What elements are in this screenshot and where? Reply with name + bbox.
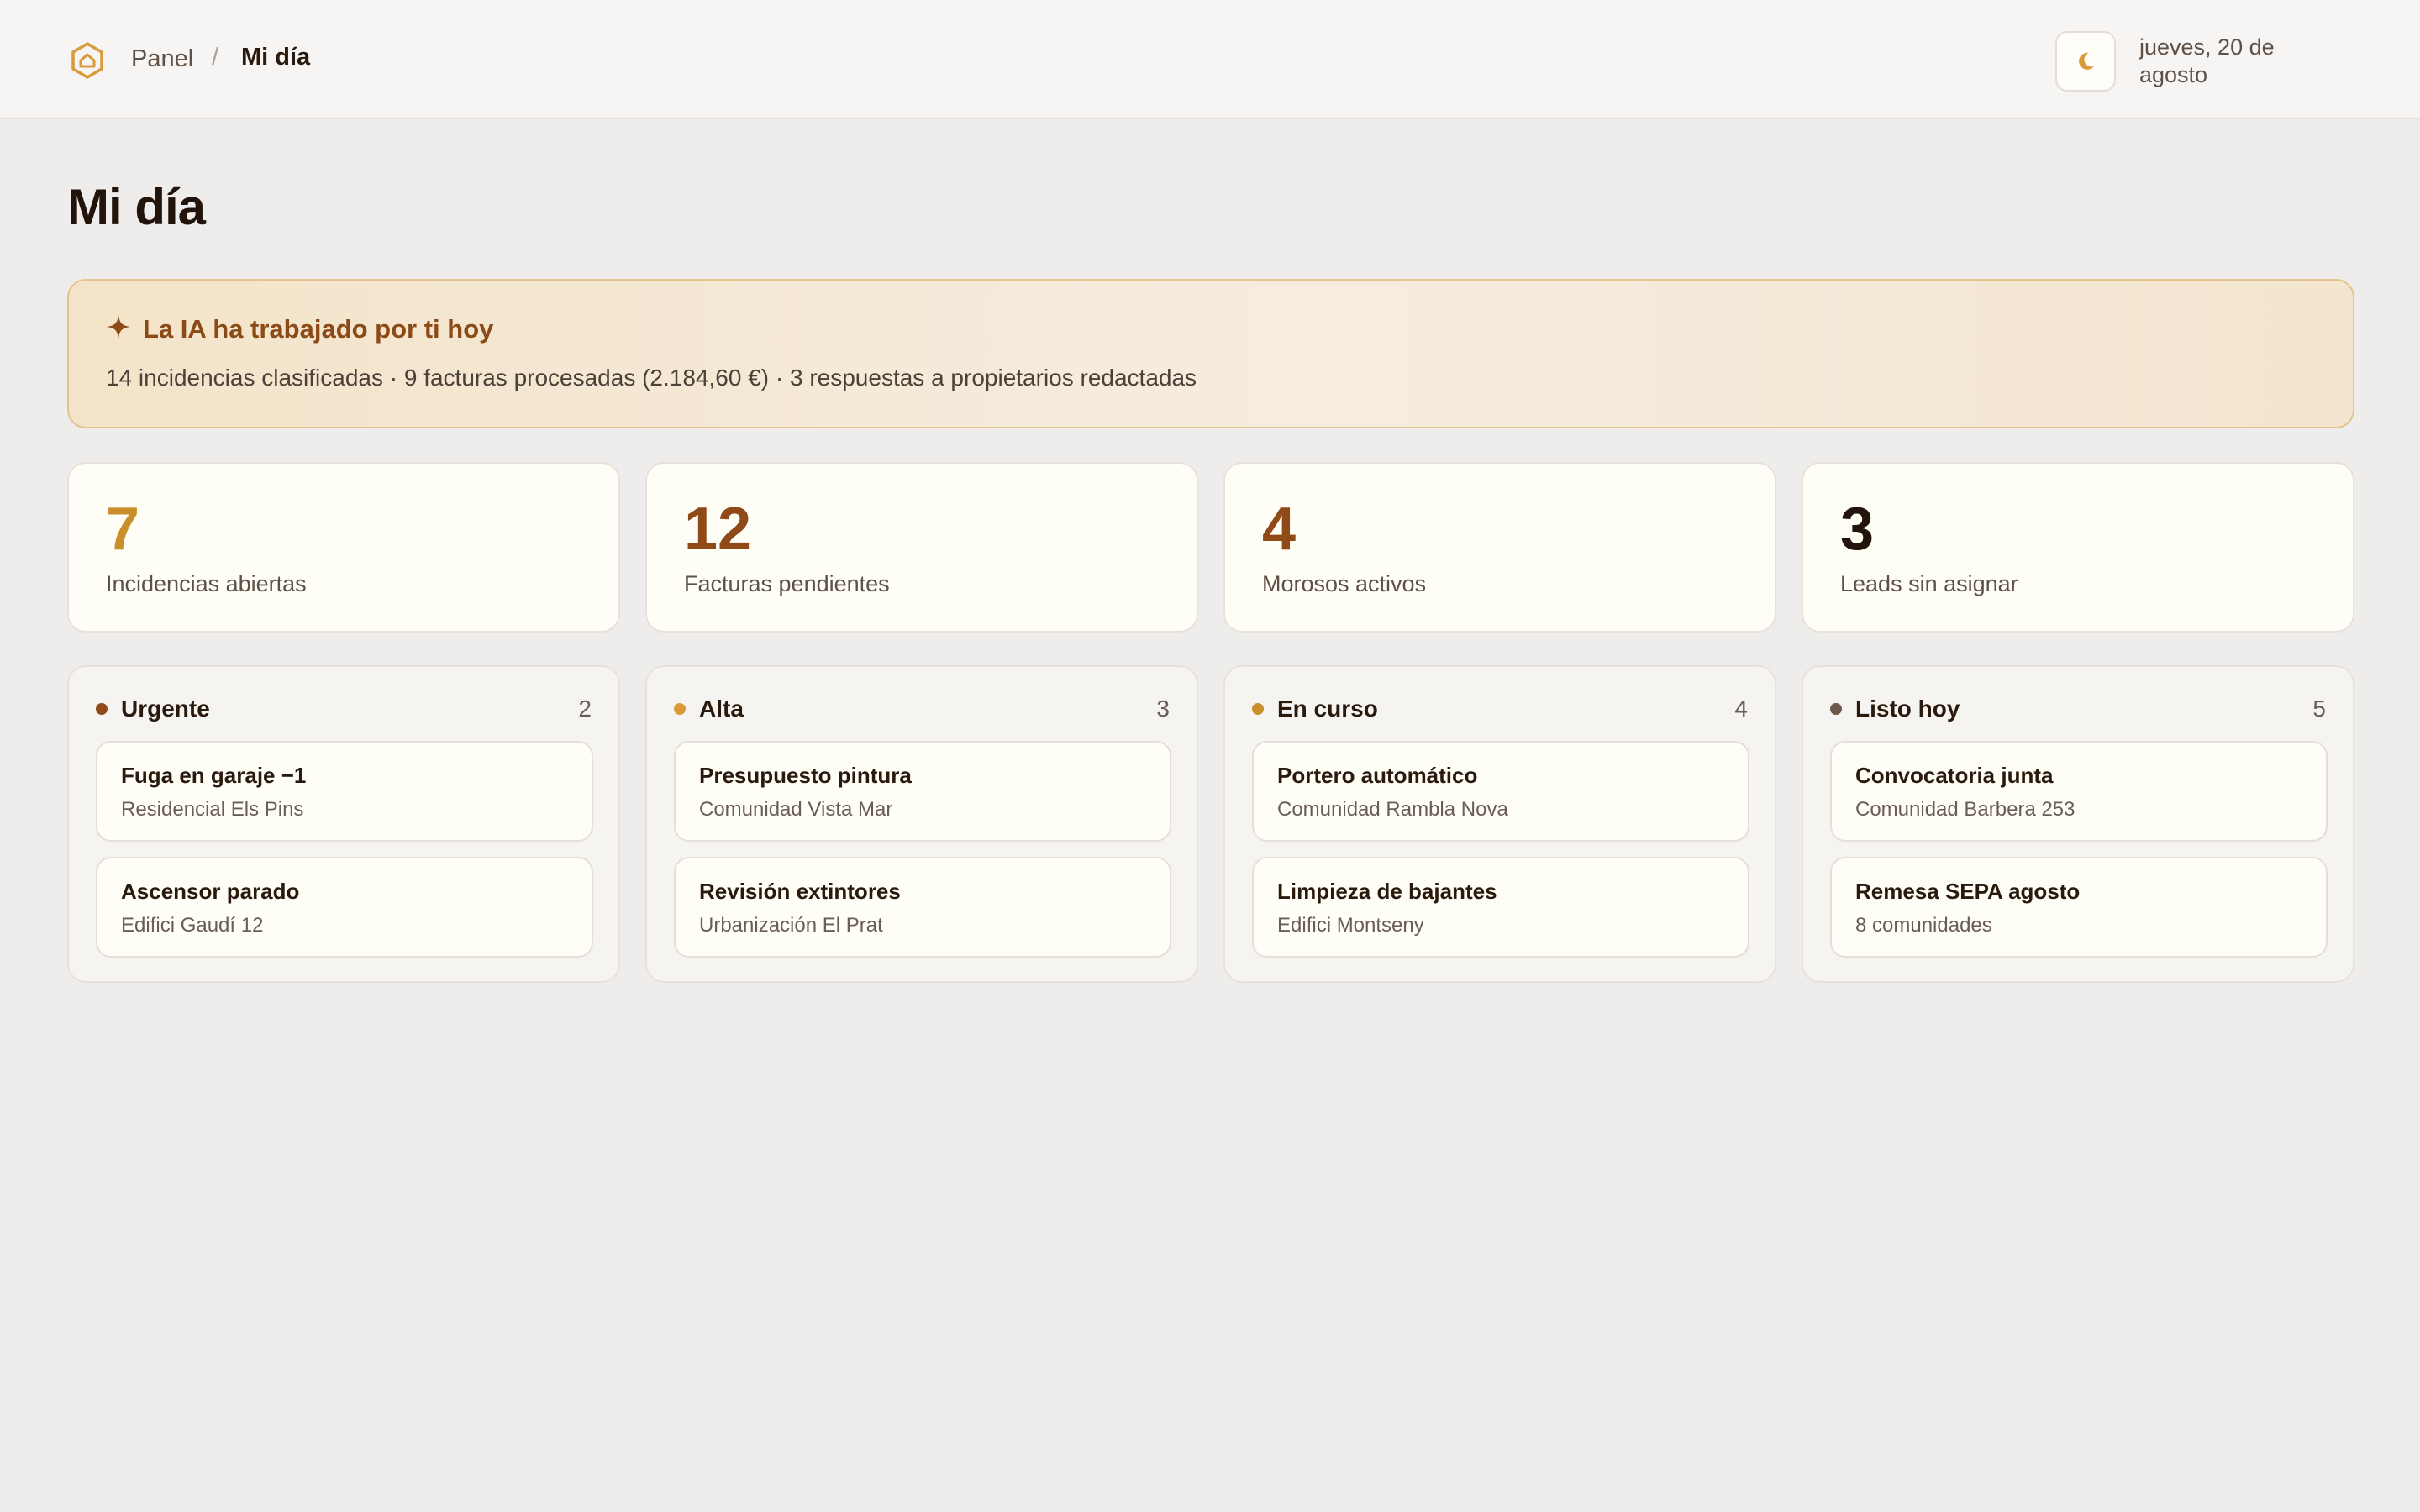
home-hexagon-icon[interactable] <box>67 40 108 81</box>
task-title: Revisión extintores <box>699 879 901 904</box>
task-title: Ascensor parado <box>121 879 300 904</box>
column-alta: Alta 3 Presupuesto pintura Comunidad Vis… <box>645 665 1198 983</box>
task-subtitle: Edifici Montseny <box>1277 914 1424 937</box>
task-card[interactable]: Remesa SEPA agosto 8 comunidades <box>1830 857 2328 958</box>
task-card[interactable]: Revisión extintores Urbanización El Prat <box>674 857 1171 958</box>
column-count: 3 <box>1156 696 1170 722</box>
task-title: Portero automático <box>1277 763 1478 788</box>
task-card[interactable]: Portero automático Comunidad Rambla Nova <box>1252 741 1749 842</box>
priority-dot <box>96 703 108 715</box>
breadcrumb-separator: / <box>212 44 219 71</box>
ai-banner-summary: 14 incidencias clasificadas · 9 facturas… <box>106 365 1197 391</box>
breadcrumb-current: Mi día <box>241 44 311 71</box>
column-listo-hoy: Listo hoy 5 Convocatoria junta Comunidad… <box>1802 665 2354 983</box>
column-title: Urgente <box>121 696 210 722</box>
task-subtitle: Comunidad Barbera 253 <box>1855 798 2075 821</box>
task-subtitle: 8 comunidades <box>1855 914 1992 937</box>
stat-value: 7 <box>106 496 140 563</box>
stat-value: 3 <box>1840 496 1875 563</box>
top-bar: Panel / Mi día jueves, 20 de agosto <box>0 0 2420 119</box>
column-title: Alta <box>699 696 744 722</box>
task-card[interactable]: Presupuesto pintura Comunidad Vista Mar <box>674 741 1171 842</box>
task-title: Presupuesto pintura <box>699 763 912 788</box>
task-subtitle: Residencial Els Pins <box>121 798 304 821</box>
stat-card-morosos[interactable]: 4 Morosos activos <box>1223 462 1776 633</box>
stat-value: 4 <box>1262 496 1297 563</box>
stat-label: Incidencias abiertas <box>106 571 307 596</box>
page-title: Mi día <box>67 179 206 235</box>
task-card[interactable]: Fuga en garaje −1 Residencial Els Pins <box>96 741 593 842</box>
column-urgente: Urgente 2 Fuga en garaje −1 Residencial … <box>67 665 620 983</box>
current-date: jueves, 20 de agosto <box>2139 34 2275 87</box>
task-subtitle: Comunidad Vista Mar <box>699 798 893 821</box>
stat-label: Morosos activos <box>1262 571 1427 596</box>
breadcrumb-panel-link[interactable]: Panel <box>131 45 193 73</box>
task-title: Limpieza de bajantes <box>1277 879 1497 904</box>
column-en-curso: En curso 4 Portero automático Comunidad … <box>1223 665 1776 983</box>
stat-card-leads[interactable]: 3 Leads sin asignar <box>1802 462 2354 633</box>
column-title: Listo hoy <box>1855 696 1960 722</box>
ai-banner-title: La IA ha trabajado por ti hoy <box>143 314 494 344</box>
task-subtitle: Comunidad Rambla Nova <box>1277 798 1508 821</box>
moon-icon <box>2079 52 2094 70</box>
column-title: En curso <box>1277 696 1378 722</box>
theme-toggle-button[interactable] <box>2055 31 2116 92</box>
task-title: Remesa SEPA agosto <box>1855 879 2081 904</box>
task-title: Fuga en garaje −1 <box>121 763 307 788</box>
stat-card-incidencias[interactable]: 7 Incidencias abiertas <box>67 462 620 633</box>
column-count: 4 <box>1734 696 1748 722</box>
stat-value: 12 <box>684 496 752 563</box>
sparkle-icon <box>107 315 130 339</box>
task-card[interactable]: Ascensor parado Edifici Gaudí 12 <box>96 857 593 958</box>
ai-summary-banner: La IA ha trabajado por ti hoy 14 inciden… <box>67 279 2354 428</box>
column-count: 2 <box>578 696 592 722</box>
priority-dot <box>674 703 686 715</box>
task-title: Convocatoria junta <box>1855 763 2054 788</box>
stat-card-facturas[interactable]: 12 Facturas pendientes <box>645 462 1198 633</box>
priority-dot <box>1252 703 1264 715</box>
task-card[interactable]: Limpieza de bajantes Edifici Montseny <box>1252 857 1749 958</box>
task-card[interactable]: Convocatoria junta Comunidad Barbera 253 <box>1830 741 2328 842</box>
task-subtitle: Urbanización El Prat <box>699 914 883 937</box>
column-count: 5 <box>2312 696 2326 722</box>
stat-label: Leads sin asignar <box>1840 571 2018 596</box>
priority-dot <box>1830 703 1842 715</box>
stat-label: Facturas pendientes <box>684 571 890 596</box>
task-subtitle: Edifici Gaudí 12 <box>121 914 264 937</box>
